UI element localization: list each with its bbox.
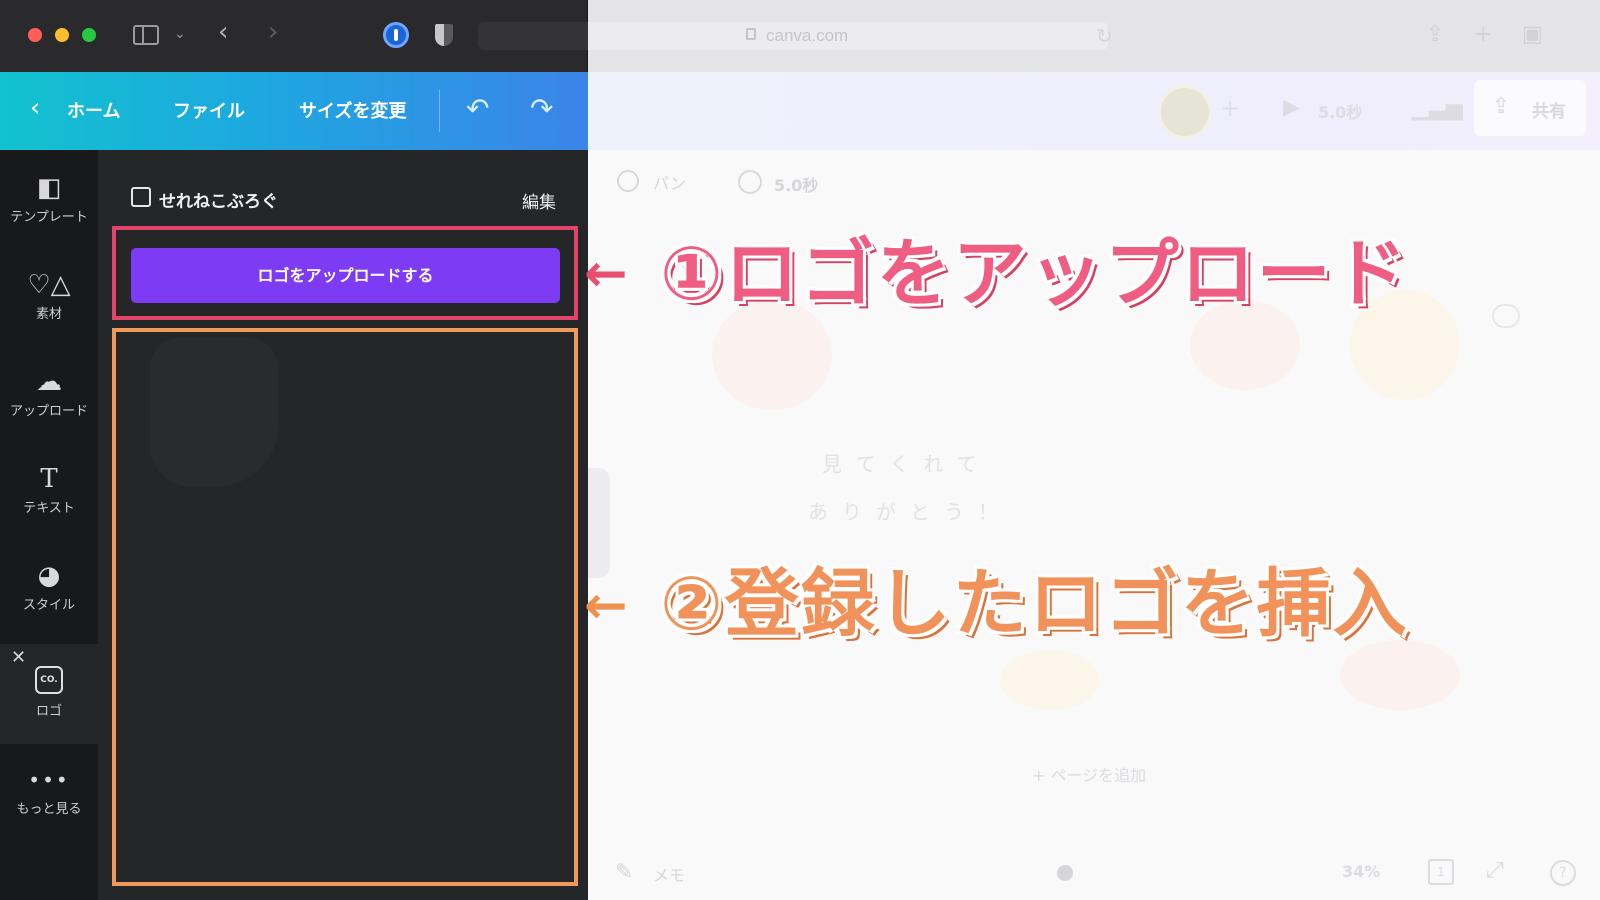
brand-kit-icon <box>131 187 151 207</box>
annotation-step-1: ①ロゴをアップロード <box>660 231 1409 317</box>
template-icon: ◧ <box>36 173 62 203</box>
browser-forward-icon[interactable]: › <box>268 19 278 45</box>
rail-item-label: アップロード <box>9 404 88 419</box>
window-close-button[interactable] <box>28 28 42 42</box>
page-count-icon[interactable]: 1 <box>1428 859 1454 885</box>
zoom-level[interactable]: 34% <box>1342 862 1380 881</box>
share-upload-icon: ⇪ <box>1492 94 1511 119</box>
duration-label[interactable]: 5.0秒 <box>1318 99 1362 123</box>
rail-item-more[interactable]: ••• もっと見る <box>0 762 98 840</box>
rail-item-label: もっと見る <box>16 802 82 817</box>
notes-icon[interactable]: ✎ <box>615 860 633 885</box>
new-tab-icon[interactable]: + <box>1474 22 1492 47</box>
share-page-icon[interactable]: ⇪ <box>1426 22 1444 47</box>
lock-icon <box>746 28 756 40</box>
rail-item-label: テンプレート <box>10 210 88 225</box>
browser-toolbar: ⌄ ‹ › <box>0 0 588 72</box>
browser-back-icon[interactable]: ‹ <box>218 19 228 45</box>
rail-item-templates[interactable]: ◧ テンプレート <box>0 170 98 258</box>
arrow-left-icon: ← <box>584 244 628 304</box>
rail-item-logo-active: ✕ CO. ロゴ <box>0 644 98 744</box>
edit-link[interactable]: 編集 <box>522 188 556 213</box>
upload-logo-button[interactable]: ロゴをアップロードする <box>131 248 560 303</box>
rail-item-elements[interactable]: ♡△ 素材 <box>0 267 98 355</box>
comment-icon[interactable] <box>1492 304 1520 328</box>
elements-icon: ♡△ <box>27 270 71 300</box>
design-text-line[interactable]: ありがとう！ <box>808 496 1012 525</box>
rail-item-logo[interactable]: CO. ロゴ <box>0 644 98 732</box>
window-minimize-button[interactable] <box>55 28 69 42</box>
more-icon: ••• <box>28 768 70 792</box>
redo-icon[interactable]: ↷ <box>530 92 553 125</box>
text-icon: T <box>40 464 58 494</box>
insights-chart-icon[interactable]: ▁▃▅ <box>1412 96 1463 121</box>
undo-icon[interactable]: ↶ <box>466 92 489 125</box>
rail-item-text[interactable]: T テキスト <box>0 461 98 549</box>
file-menu-button[interactable]: ファイル <box>173 97 245 123</box>
password-manager-icon[interactable] <box>383 22 409 48</box>
animation-icon[interactable] <box>617 170 639 192</box>
notes-label[interactable]: メモ <box>653 862 685 886</box>
shield-icon[interactable] <box>435 24 453 46</box>
rail-item-label: 素材 <box>35 307 62 322</box>
annotation-step-2: ②登録したロゴを挿入 <box>660 561 1409 647</box>
add-page-button[interactable]: + ページを追加 <box>1032 762 1146 786</box>
rail-item-styles[interactable]: ◕ スタイル <box>0 558 98 646</box>
palette-icon: ◕ <box>37 561 61 591</box>
play-icon[interactable]: ▶ <box>1283 95 1300 120</box>
rail-item-label: スタイル <box>22 598 75 613</box>
brand-kit-name[interactable]: せれねこぶろぐ <box>159 187 278 212</box>
reload-icon[interactable]: ↻ <box>1096 24 1113 48</box>
design-decoration <box>1000 650 1100 710</box>
zoom-slider-handle[interactable] <box>1057 865 1073 881</box>
tab-overview-icon[interactable]: ▣ <box>1522 22 1543 47</box>
chevron-down-icon[interactable]: ⌄ <box>174 24 186 44</box>
avatar[interactable] <box>1158 85 1212 139</box>
rail-item-label: テキスト <box>23 501 75 516</box>
header-divider <box>439 90 440 132</box>
timer-icon[interactable] <box>738 170 762 194</box>
home-button[interactable]: ホーム <box>67 97 120 123</box>
rail-item-label: ロゴ <box>35 704 62 719</box>
browser-toolbar-faded: canva.com ↻ ⇪ + ▣ <box>588 0 1600 72</box>
timer-label[interactable]: 5.0秒 <box>774 172 818 196</box>
uploaded-logo-thumbnail[interactable] <box>150 338 278 486</box>
back-chevron-icon[interactable]: ‹ <box>30 93 40 123</box>
help-icon[interactable]: ? <box>1550 860 1576 886</box>
logo-icon: CO. <box>35 666 63 694</box>
add-collaborator-icon[interactable]: + <box>1220 94 1240 122</box>
window-maximize-button[interactable] <box>82 28 96 42</box>
animation-label[interactable]: パン <box>653 170 686 194</box>
address-bar-left[interactable] <box>478 22 588 50</box>
design-text-line[interactable]: 見てくれて <box>822 448 991 477</box>
share-button[interactable]: 共有 <box>1474 80 1586 136</box>
design-decoration <box>1340 640 1460 710</box>
fullscreen-icon[interactable]: ⤢ <box>1486 858 1504 883</box>
sidebar-toggle-icon[interactable] <box>133 25 159 45</box>
panel-collapse-handle[interactable] <box>588 468 610 578</box>
upload-cloud-icon: ☁ <box>36 367 62 397</box>
rail-item-uploads[interactable]: ☁ アップロード <box>0 364 98 452</box>
url-text[interactable]: canva.com <box>766 26 848 46</box>
resize-button[interactable]: サイズを変更 <box>299 97 406 123</box>
arrow-left-icon: ← <box>584 576 628 636</box>
